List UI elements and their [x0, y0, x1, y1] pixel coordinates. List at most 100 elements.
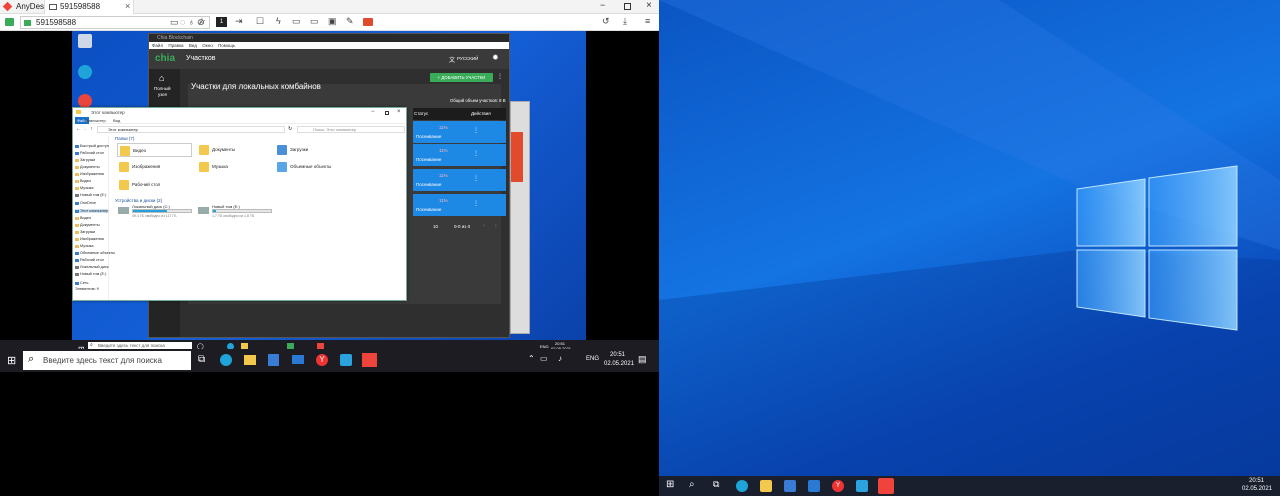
folder-3d-objects[interactable]: Объемные объекты [275, 160, 350, 174]
row-menu-icon[interactable]: ⋮ [473, 127, 479, 134]
rows-per-page[interactable]: 10 [433, 224, 438, 229]
nav-downloads[interactable]: Загрузки [75, 158, 95, 162]
record-icon[interactable] [363, 18, 373, 26]
task-view-icon[interactable]: ⧉ [198, 354, 205, 365]
maximize-button[interactable] [385, 111, 389, 115]
settings-icon[interactable]: ✹ [492, 53, 499, 62]
anydesk-taskbar-icon[interactable] [878, 478, 894, 494]
menu-window[interactable]: Окно [202, 43, 212, 48]
menu-file[interactable]: Файл [152, 43, 163, 48]
drives-group-header[interactable]: Устройства и диски (2) [115, 198, 162, 203]
telegram-icon[interactable] [340, 354, 352, 366]
menu-icon[interactable]: ≡ [645, 17, 650, 26]
file-explorer-icon[interactable] [760, 480, 772, 492]
nav-pc-music[interactable]: Музыка [75, 244, 93, 248]
file-explorer-icon[interactable] [244, 355, 256, 365]
download-icon[interactable]: ⤓ [623, 17, 627, 26]
telegram-icon[interactable] [856, 480, 868, 492]
add-plot-button[interactable]: + ДОБАВИТЬ УЧАСТКИ [430, 73, 493, 82]
drive-c[interactable]: Локальный диск (C:) 49,4 ГБ свободно из … [117, 204, 193, 220]
file-manager-icon[interactable]: ▭ [292, 17, 301, 26]
close-tab-icon[interactable]: × [125, 1, 130, 11]
folder-pictures[interactable]: Изображения [117, 160, 192, 174]
yandex-icon[interactable]: Y [316, 354, 328, 366]
chat-icon[interactable]: ▭ [170, 18, 179, 27]
folder-videos[interactable]: Видео [117, 143, 192, 157]
edit-icon[interactable]: ✎ [346, 17, 354, 26]
close-window-button[interactable]: × [646, 0, 652, 11]
ribbon-view-tab[interactable]: Вид [113, 117, 120, 124]
nav-this-pc[interactable]: Этот компьютер [75, 209, 109, 213]
nav-local-disk[interactable]: Локальный диск [75, 265, 109, 269]
tray-lang[interactable]: ENG [586, 356, 599, 362]
table-row[interactable]: 11% Посеивание ⋮ [413, 194, 506, 216]
search-input[interactable]: Поиск: Этот компьютер [297, 126, 405, 133]
recycle-bin-icon[interactable] [78, 34, 92, 48]
side-item-label-1[interactable]: Полный [154, 86, 171, 91]
refresh-icon[interactable]: ↻ [288, 126, 292, 132]
anydesk-taskbar-icon[interactable] [362, 353, 377, 367]
nav-onedrive[interactable]: OneDrive [75, 201, 96, 205]
nav-pc-downloads[interactable]: Загрузки [75, 230, 95, 234]
nav-music[interactable]: Музыка [75, 186, 93, 190]
more-icon[interactable]: ⋮ [497, 73, 503, 80]
table-row[interactable]: 11% Посеивание ⋮ [413, 169, 506, 191]
folder-music[interactable]: Музыка [197, 160, 272, 174]
notification-icon[interactable]: ▤ [638, 354, 647, 365]
address-input[interactable]: Этот компьютер [97, 126, 285, 133]
network-icon[interactable]: ▭ [540, 354, 548, 363]
monitor-icon[interactable]: ▭ [310, 17, 319, 26]
bulb-icon[interactable]: ♁ [188, 18, 195, 27]
nav-back-icon[interactable]: ← [76, 126, 81, 132]
folder-downloads[interactable]: Загрузки [275, 143, 350, 157]
nav-quick-access[interactable]: Быстрый доступ [75, 144, 109, 148]
remote-session-tab[interactable]: 591598588 × [44, 0, 134, 14]
nav-pc-videos[interactable]: Видео [75, 216, 91, 220]
nav-pc-documents[interactable]: Документы [75, 223, 100, 227]
table-row[interactable]: 11% Посеивание ⋮ [413, 144, 506, 166]
mic-icon[interactable]: ◌ [180, 18, 185, 27]
tray-clock-date[interactable]: 02.05.2021 [604, 361, 634, 367]
task-view-icon[interactable]: ⧉ [713, 479, 719, 490]
star-icon[interactable]: ☆ [198, 17, 206, 26]
store-icon[interactable] [784, 480, 796, 492]
edge-icon[interactable] [736, 480, 748, 492]
table-row[interactable]: 11% Посеивание ⋮ [413, 121, 506, 143]
mail-icon[interactable] [808, 480, 820, 492]
folder-documents[interactable]: Документы [197, 143, 272, 157]
next-page-icon[interactable]: › [495, 223, 497, 229]
volume-icon[interactable]: ♪ [558, 354, 562, 363]
nav-videos[interactable]: Видео [75, 179, 91, 183]
side-item-label-2[interactable]: узел [158, 92, 167, 97]
row-menu-icon[interactable]: ⋮ [473, 200, 479, 207]
screenshot-icon[interactable]: ▣ [328, 17, 337, 26]
menu-help[interactable]: Помощь [218, 43, 235, 48]
close-window-button[interactable]: × [397, 108, 401, 117]
nav-3d-objects[interactable]: Объемные объекты [75, 251, 115, 255]
mail-icon[interactable] [292, 355, 304, 364]
translate-icon[interactable]: 文 [449, 55, 455, 64]
nav-up-icon[interactable]: ↑ [90, 126, 93, 132]
chrome-icon[interactable] [78, 94, 92, 108]
remote-screen[interactable]: Chia Blockchain Файл Правка Вид Окно Пом… [0, 31, 659, 372]
language-selector[interactable]: РУССКИЙ [457, 56, 478, 61]
left-search-box[interactable]: ⌕ Введите здесь текст для поиска [23, 351, 191, 370]
clock-time[interactable]: 20:51 [1249, 478, 1264, 484]
ribbon-computer-tab[interactable]: Компьютер [85, 117, 106, 124]
nav-pc-pictures[interactable]: Изображения [75, 237, 104, 241]
menu-edit[interactable]: Правка [168, 43, 183, 48]
store-icon[interactable] [268, 354, 279, 366]
maximize-button[interactable] [624, 3, 631, 10]
home-icon[interactable]: ⌂ [159, 73, 164, 83]
folders-group-header[interactable]: Папки (7) [115, 136, 134, 141]
drive-e[interactable]: Новый том (E:) 1,7 ТБ свободно из 1,8 ТБ [197, 204, 273, 220]
nav-network[interactable]: Сеть [75, 281, 88, 285]
nav-pictures[interactable]: Изображения [75, 172, 104, 176]
prev-page-icon[interactable]: ‹ [483, 223, 485, 229]
edge-icon[interactable] [78, 65, 92, 79]
transfer-icon[interactable]: ⇥ [235, 17, 243, 26]
nav-pc-new-volume[interactable]: Новый том (E:) [75, 272, 106, 276]
folder-desktop[interactable]: Рабочий стол [117, 178, 192, 192]
chat-bubble-icon[interactable]: ☐ [256, 17, 264, 26]
menu-view[interactable]: Вид [189, 43, 197, 48]
